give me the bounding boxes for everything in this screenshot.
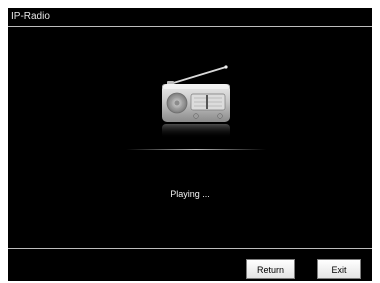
window-title: IP-Radio <box>11 11 50 22</box>
exit-button[interactable]: Exit <box>317 259 361 279</box>
title-divider <box>8 26 372 27</box>
ip-radio-screen: IP-Radio Return Exit <box>8 8 372 281</box>
footer-divider <box>8 248 372 249</box>
reflection-divider <box>126 149 266 150</box>
radio-icon <box>162 65 230 138</box>
return-button[interactable]: Return <box>246 259 295 279</box>
playback-status: Playing ... <box>170 189 210 199</box>
